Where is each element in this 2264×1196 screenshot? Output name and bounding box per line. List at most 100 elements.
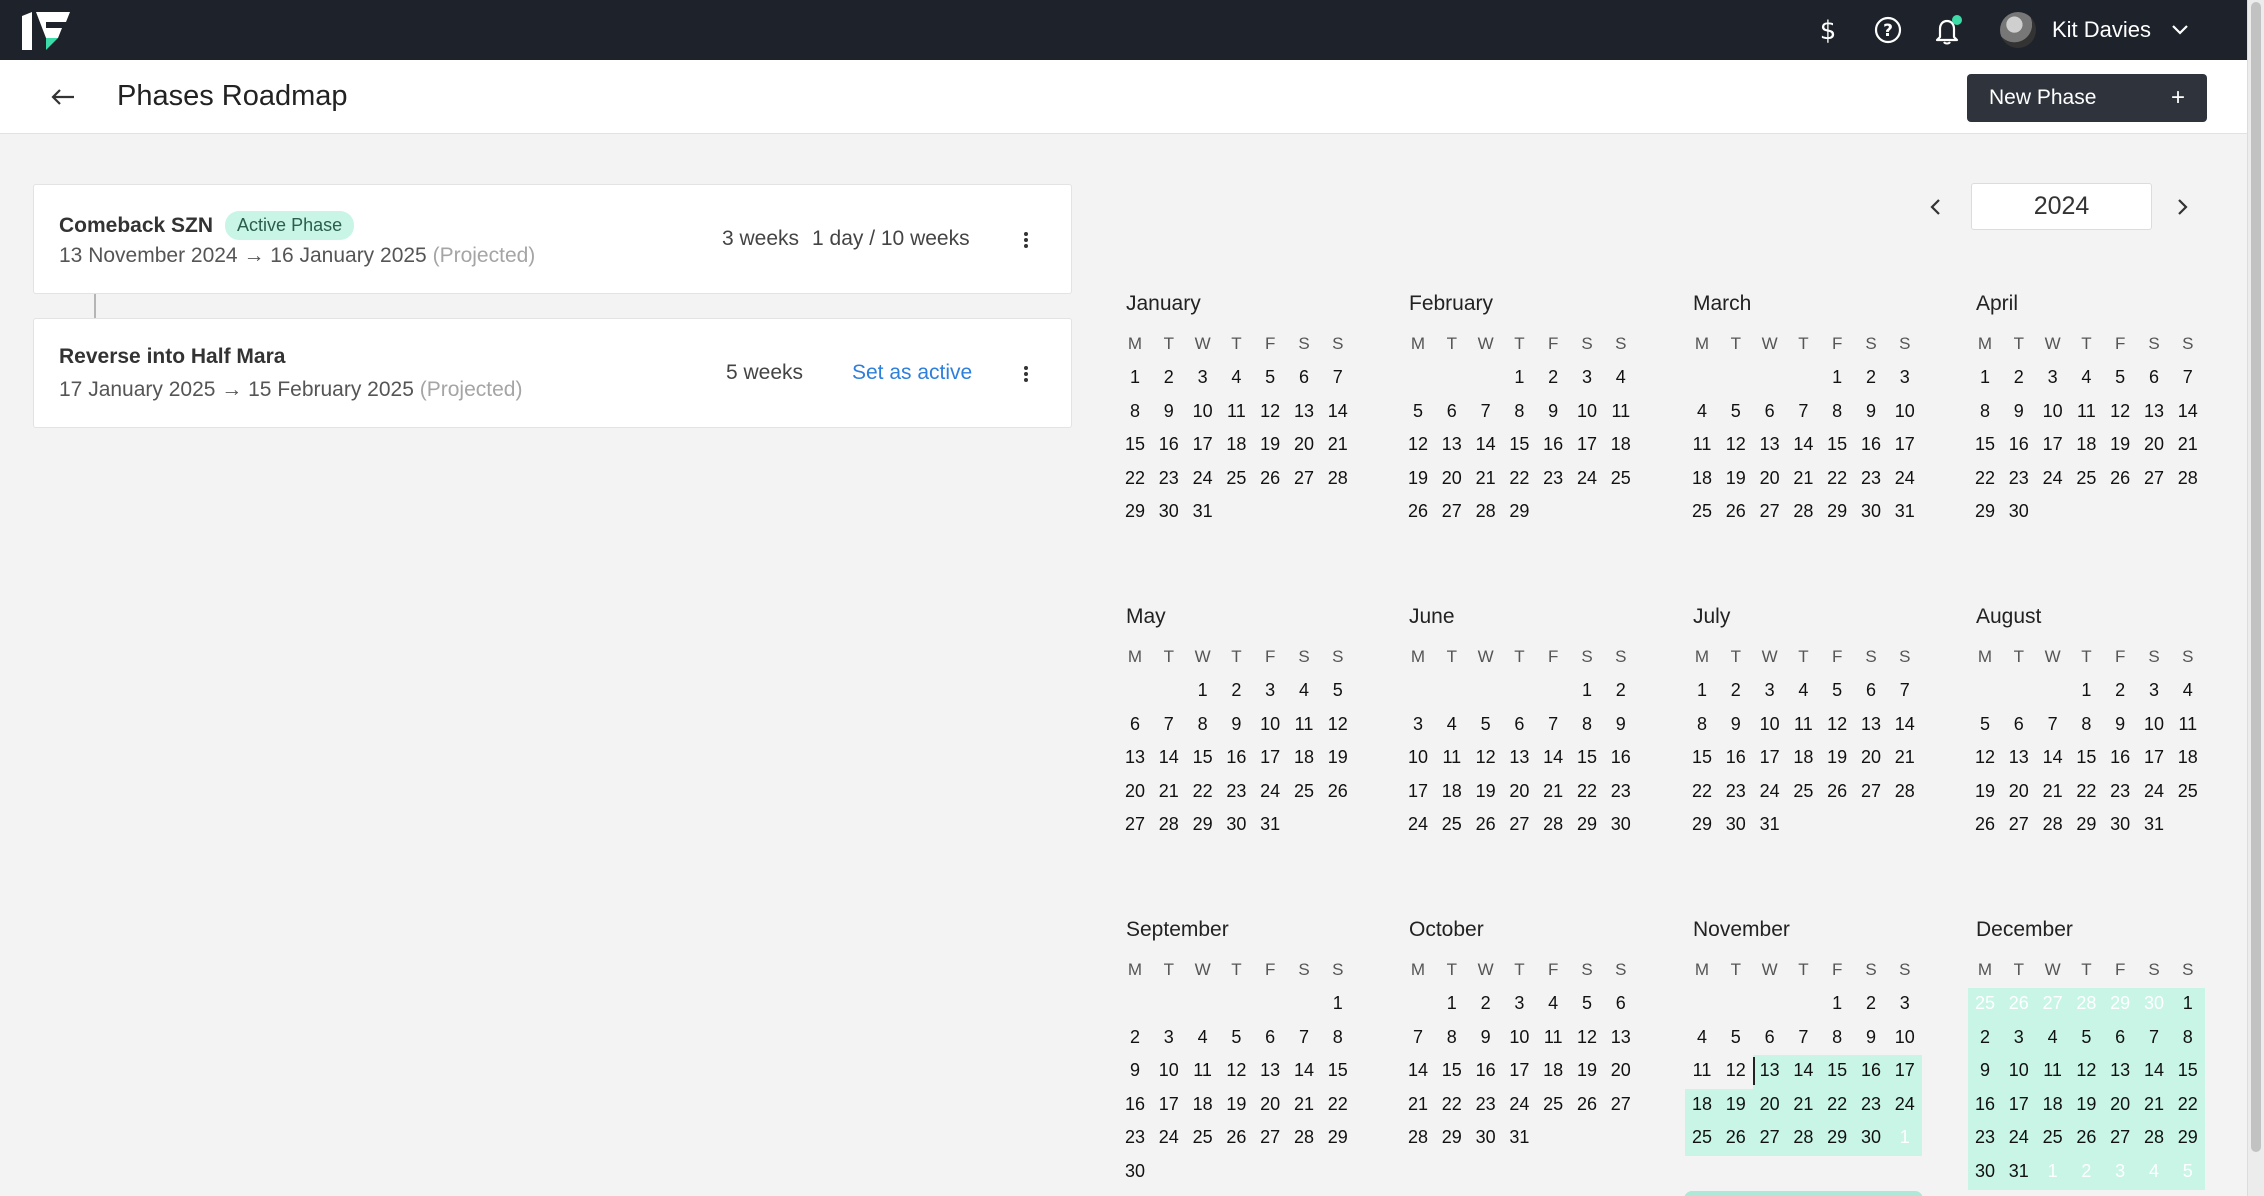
calendar-day[interactable]: 19 xyxy=(1969,781,2001,802)
calendar-day[interactable]: 4 xyxy=(1686,401,1718,422)
calendar-day[interactable]: 14 xyxy=(2172,401,2204,422)
calendar-day[interactable]: 10 xyxy=(1254,714,1286,735)
calendar-day[interactable]: 30 xyxy=(2104,814,2136,835)
calendar-day[interactable]: 23 xyxy=(1119,1127,1151,1148)
calendar-day[interactable]: 6 xyxy=(1605,993,1637,1014)
scrollbar-thumb[interactable] xyxy=(2251,2,2261,1152)
calendar-day[interactable]: 22 xyxy=(1821,1094,1853,1115)
calendar-day[interactable]: 14 xyxy=(2138,1060,2170,1081)
calendar-day[interactable]: 1 xyxy=(1821,993,1853,1014)
calendar-day[interactable]: 15 xyxy=(1969,434,2001,455)
calendar-day[interactable]: 13 xyxy=(1436,434,1468,455)
calendar-day[interactable]: 21 xyxy=(2138,1094,2170,1115)
calendar-day[interactable]: 22 xyxy=(1571,781,1603,802)
calendar-day[interactable]: 19 xyxy=(2104,434,2136,455)
calendar-day[interactable]: 29 xyxy=(1571,814,1603,835)
calendar-day[interactable]: 20 xyxy=(1605,1060,1637,1081)
calendar-day[interactable]: 16 xyxy=(2003,434,2035,455)
calendar-day[interactable]: 5 xyxy=(2104,367,2136,388)
calendar-day[interactable]: 10 xyxy=(1889,1027,1921,1048)
calendar-day[interactable]: 6 xyxy=(1436,401,1468,422)
calendar-day[interactable]: 30 xyxy=(1605,814,1637,835)
calendar-day[interactable]: 7 xyxy=(1153,714,1185,735)
calendar-day[interactable]: 12 xyxy=(1322,714,1354,735)
calendar-day[interactable]: 3 xyxy=(1571,367,1603,388)
phase-card-comeback-szn[interactable]: Comeback SZN Active Phase 13 November 20… xyxy=(33,184,1072,294)
calendar-day[interactable]: 1 xyxy=(1686,680,1718,701)
calendar-day[interactable]: 3 xyxy=(1889,367,1921,388)
phase-card-reverse-into-half-mara[interactable]: Reverse into Half Mara 17 January 2025 →… xyxy=(33,318,1072,428)
calendar-day[interactable]: 11 xyxy=(1787,714,1819,735)
calendar-day[interactable]: 11 xyxy=(1605,401,1637,422)
calendar-day[interactable]: 29 xyxy=(2172,1127,2204,1148)
calendar-day[interactable]: 27 xyxy=(1288,468,1320,489)
calendar-day[interactable]: 24 xyxy=(1889,1094,1921,1115)
calendar-day[interactable]: 2 xyxy=(1470,993,1502,1014)
calendar-day[interactable]: 4 xyxy=(1605,367,1637,388)
calendar-day[interactable]: 31 xyxy=(1254,814,1286,835)
calendar-day[interactable]: 28 xyxy=(2037,814,2069,835)
calendar-day[interactable]: 10 xyxy=(2138,714,2170,735)
calendar-day[interactable]: 31 xyxy=(1754,814,1786,835)
calendar-day[interactable]: 7 xyxy=(1402,1027,1434,1048)
calendar-day[interactable]: 4 xyxy=(2037,1027,2069,1048)
calendar-day[interactable]: 15 xyxy=(1119,434,1151,455)
calendar-day[interactable]: 28 xyxy=(1322,468,1354,489)
calendar-day[interactable]: 30 xyxy=(1855,501,1887,522)
calendar-day[interactable]: 21 xyxy=(1470,468,1502,489)
calendar-day[interactable]: 29 xyxy=(1821,501,1853,522)
calendar-day[interactable]: 16 xyxy=(1969,1094,2001,1115)
calendar-day[interactable]: 8 xyxy=(1821,401,1853,422)
calendar-day[interactable]: 28 xyxy=(1889,781,1921,802)
calendar-day[interactable]: 21 xyxy=(2172,434,2204,455)
calendar-day[interactable]: 21 xyxy=(1787,1094,1819,1115)
calendar-day[interactable]: 9 xyxy=(1855,1027,1887,1048)
calendar-day[interactable]: 13 xyxy=(1605,1027,1637,1048)
calendar-day[interactable]: 9 xyxy=(1537,401,1569,422)
calendar-day[interactable]: 20 xyxy=(1503,781,1535,802)
calendar-day[interactable]: 4 xyxy=(2172,680,2204,701)
calendar-day[interactable]: 16 xyxy=(1119,1094,1151,1115)
calendar-day[interactable]: 11 xyxy=(1187,1060,1219,1081)
calendar-day[interactable]: 21 xyxy=(1787,468,1819,489)
calendar-day[interactable]: 23 xyxy=(2003,468,2035,489)
calendar-day[interactable]: 5 xyxy=(1720,1027,1752,1048)
calendar-day[interactable]: 12 xyxy=(2104,401,2136,422)
calendar-day[interactable]: 18 xyxy=(1288,747,1320,768)
calendar-day[interactable]: 10 xyxy=(2003,1060,2035,1081)
calendar-day[interactable]: 26 xyxy=(1254,468,1286,489)
calendar-day[interactable]: 3 xyxy=(1503,993,1535,1014)
calendar-day[interactable]: 10 xyxy=(2037,401,2069,422)
user-menu[interactable]: Kit Davies xyxy=(2000,12,2189,48)
calendar-day[interactable]: 19 xyxy=(1571,1060,1603,1081)
calendar-day[interactable]: 1 xyxy=(2070,680,2102,701)
calendar-day[interactable]: 17 xyxy=(2003,1094,2035,1115)
calendar-day[interactable]: 29 xyxy=(1119,501,1151,522)
calendar-day[interactable]: 3 xyxy=(1754,680,1786,701)
calendar-day[interactable]: 7 xyxy=(2138,1027,2170,1048)
calendar-day[interactable]: 13 xyxy=(1754,1060,1786,1081)
calendar-day[interactable]: 26 xyxy=(1720,1127,1752,1148)
calendar-day[interactable]: 14 xyxy=(2037,747,2069,768)
calendar-day[interactable]: 21 xyxy=(1537,781,1569,802)
calendar-day[interactable]: 6 xyxy=(1288,367,1320,388)
calendar-day[interactable]: 20 xyxy=(2138,434,2170,455)
calendar-day[interactable]: 15 xyxy=(1187,747,1219,768)
calendar-day[interactable]: 22 xyxy=(1821,468,1853,489)
calendar-day[interactable]: 7 xyxy=(1889,680,1921,701)
calendar-day[interactable]: 1 xyxy=(1187,680,1219,701)
calendar-day[interactable]: 21 xyxy=(2037,781,2069,802)
calendar-day[interactable]: 19 xyxy=(1402,468,1434,489)
calendar-day[interactable]: 23 xyxy=(1855,468,1887,489)
calendar-day[interactable]: 24 xyxy=(1402,814,1434,835)
calendar-day[interactable]: 22 xyxy=(1686,781,1718,802)
calendar-day[interactable]: 10 xyxy=(1503,1027,1535,1048)
calendar-day[interactable]: 2 xyxy=(2003,367,2035,388)
calendar-day[interactable]: 14 xyxy=(1787,1060,1819,1081)
calendar-day[interactable]: 21 xyxy=(1402,1094,1434,1115)
dollar-icon[interactable]: $ xyxy=(1812,14,1844,46)
calendar-day[interactable]: 18 xyxy=(1787,747,1819,768)
calendar-day[interactable]: 14 xyxy=(1889,714,1921,735)
calendar-day[interactable]: 5 xyxy=(1322,680,1354,701)
calendar-day[interactable]: 9 xyxy=(1470,1027,1502,1048)
